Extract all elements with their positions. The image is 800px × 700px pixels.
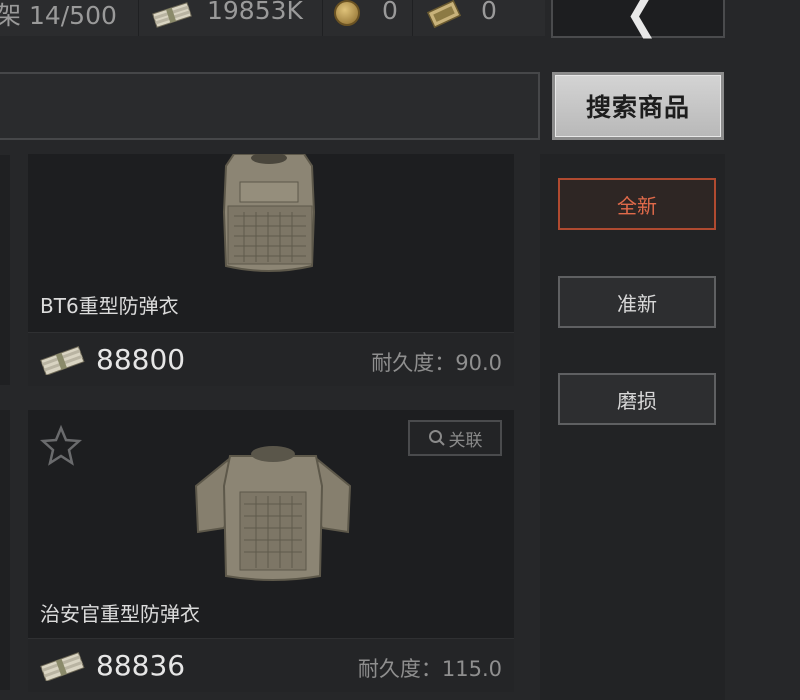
item-price: 88800 bbox=[96, 343, 186, 376]
shelf-count: 架 14/500 bbox=[0, 1, 117, 30]
item-name: 治安官重型防弹衣 bbox=[40, 602, 200, 626]
cash-icon bbox=[152, 2, 192, 28]
chevron-left-icon: ❮ bbox=[624, 0, 659, 39]
item-footer: 88800 耐久度：90.0 bbox=[28, 332, 514, 386]
related-label: 关联 bbox=[448, 430, 483, 451]
adjacent-card-edge bbox=[0, 155, 10, 385]
search-button[interactable]: 搜索商品 bbox=[552, 72, 724, 140]
ticket-icon bbox=[426, 0, 462, 28]
item-card[interactable]: 关联 治安官重型防弹衣 88836 耐久度：115.0 bbox=[28, 410, 514, 692]
coin-icon bbox=[334, 0, 360, 26]
divider bbox=[412, 0, 413, 36]
item-durability: 耐久度：90.0 bbox=[371, 351, 502, 375]
filter-worn-button[interactable]: 磨损 bbox=[558, 373, 716, 425]
filter-new-button[interactable]: 全新 bbox=[558, 178, 716, 230]
divider bbox=[322, 0, 323, 36]
star-icon[interactable] bbox=[40, 424, 82, 466]
cash-icon bbox=[40, 651, 85, 681]
related-button[interactable]: 关联 bbox=[408, 420, 502, 456]
top-status-bar: 架 14/500 19853K 0 0 bbox=[0, 0, 545, 36]
search-input[interactable] bbox=[0, 72, 540, 140]
adjacent-card-edge bbox=[0, 410, 10, 690]
ticket-amount: 0 bbox=[481, 0, 497, 25]
divider bbox=[138, 0, 139, 36]
armor-vest-image bbox=[222, 154, 316, 272]
item-footer: 88836 耐久度：115.0 bbox=[28, 638, 514, 692]
armor-vest-image bbox=[194, 446, 352, 581]
item-price: 88836 bbox=[96, 649, 186, 682]
search-icon bbox=[428, 430, 445, 446]
cash-amount: 19853K bbox=[207, 0, 303, 25]
coin-amount: 0 bbox=[382, 0, 398, 25]
condition-filter-panel bbox=[540, 154, 725, 700]
filter-like-new-button[interactable]: 准新 bbox=[558, 276, 716, 328]
item-name: BT6重型防弹衣 bbox=[40, 294, 179, 318]
cash-icon bbox=[40, 345, 85, 375]
item-durability: 耐久度：115.0 bbox=[357, 657, 502, 681]
back-button[interactable]: ❮ bbox=[551, 0, 725, 39]
item-card[interactable]: BT6重型防弹衣 88800 耐久度：90.0 bbox=[28, 154, 514, 386]
